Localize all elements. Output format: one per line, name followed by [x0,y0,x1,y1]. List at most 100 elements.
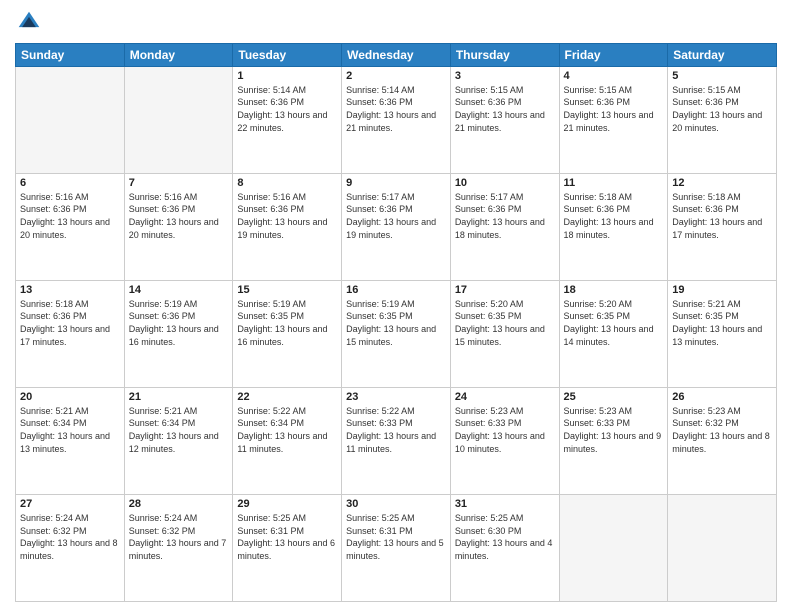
cell-info: Sunrise: 5:14 AMSunset: 6:36 PMDaylight:… [346,84,446,134]
cell-info: Sunrise: 5:18 AMSunset: 6:36 PMDaylight:… [564,191,664,241]
calendar-cell: 8 Sunrise: 5:16 AMSunset: 6:36 PMDayligh… [233,173,342,280]
week-row-1: 1 Sunrise: 5:14 AMSunset: 6:36 PMDayligh… [16,66,777,173]
day-number: 8 [237,177,337,189]
calendar-cell: 13 Sunrise: 5:18 AMSunset: 6:36 PMDaylig… [16,280,125,387]
day-number: 6 [20,177,120,189]
cell-info: Sunrise: 5:19 AMSunset: 6:36 PMDaylight:… [129,298,229,348]
day-number: 15 [237,284,337,296]
calendar-cell [16,66,125,173]
cell-info: Sunrise: 5:16 AMSunset: 6:36 PMDaylight:… [129,191,229,241]
day-number: 27 [20,498,120,510]
calendar-cell: 14 Sunrise: 5:19 AMSunset: 6:36 PMDaylig… [124,280,233,387]
calendar: SundayMondayTuesdayWednesdayThursdayFrid… [15,43,777,602]
weekday-header-monday: Monday [124,43,233,66]
weekday-header-tuesday: Tuesday [233,43,342,66]
page: SundayMondayTuesdayWednesdayThursdayFrid… [0,0,792,612]
weekday-header-saturday: Saturday [668,43,777,66]
calendar-cell [124,66,233,173]
cell-info: Sunrise: 5:15 AMSunset: 6:36 PMDaylight:… [672,84,772,134]
cell-info: Sunrise: 5:21 AMSunset: 6:35 PMDaylight:… [672,298,772,348]
day-number: 25 [564,391,664,403]
day-number: 29 [237,498,337,510]
week-row-2: 6 Sunrise: 5:16 AMSunset: 6:36 PMDayligh… [16,173,777,280]
calendar-cell: 22 Sunrise: 5:22 AMSunset: 6:34 PMDaylig… [233,387,342,494]
cell-info: Sunrise: 5:22 AMSunset: 6:34 PMDaylight:… [237,405,337,455]
day-number: 1 [237,70,337,82]
calendar-cell: 6 Sunrise: 5:16 AMSunset: 6:36 PMDayligh… [16,173,125,280]
cell-info: Sunrise: 5:23 AMSunset: 6:32 PMDaylight:… [672,405,772,455]
day-number: 14 [129,284,229,296]
calendar-cell: 18 Sunrise: 5:20 AMSunset: 6:35 PMDaylig… [559,280,668,387]
day-number: 18 [564,284,664,296]
calendar-cell: 26 Sunrise: 5:23 AMSunset: 6:32 PMDaylig… [668,387,777,494]
cell-info: Sunrise: 5:21 AMSunset: 6:34 PMDaylight:… [20,405,120,455]
logo-icon [17,10,41,34]
day-number: 2 [346,70,446,82]
weekday-header-friday: Friday [559,43,668,66]
cell-info: Sunrise: 5:21 AMSunset: 6:34 PMDaylight:… [129,405,229,455]
cell-info: Sunrise: 5:15 AMSunset: 6:36 PMDaylight:… [564,84,664,134]
day-number: 22 [237,391,337,403]
day-number: 23 [346,391,446,403]
cell-info: Sunrise: 5:18 AMSunset: 6:36 PMDaylight:… [672,191,772,241]
day-number: 17 [455,284,555,296]
calendar-cell: 24 Sunrise: 5:23 AMSunset: 6:33 PMDaylig… [450,387,559,494]
day-number: 5 [672,70,772,82]
day-number: 9 [346,177,446,189]
cell-info: Sunrise: 5:17 AMSunset: 6:36 PMDaylight:… [455,191,555,241]
calendar-cell: 17 Sunrise: 5:20 AMSunset: 6:35 PMDaylig… [450,280,559,387]
calendar-cell: 23 Sunrise: 5:22 AMSunset: 6:33 PMDaylig… [342,387,451,494]
day-number: 16 [346,284,446,296]
weekday-header-thursday: Thursday [450,43,559,66]
cell-info: Sunrise: 5:20 AMSunset: 6:35 PMDaylight:… [455,298,555,348]
calendar-cell: 12 Sunrise: 5:18 AMSunset: 6:36 PMDaylig… [668,173,777,280]
day-number: 4 [564,70,664,82]
calendar-cell: 3 Sunrise: 5:15 AMSunset: 6:36 PMDayligh… [450,66,559,173]
day-number: 10 [455,177,555,189]
day-number: 21 [129,391,229,403]
day-number: 31 [455,498,555,510]
cell-info: Sunrise: 5:17 AMSunset: 6:36 PMDaylight:… [346,191,446,241]
weekday-header-sunday: Sunday [16,43,125,66]
cell-info: Sunrise: 5:18 AMSunset: 6:36 PMDaylight:… [20,298,120,348]
cell-info: Sunrise: 5:25 AMSunset: 6:31 PMDaylight:… [346,512,446,562]
calendar-cell: 29 Sunrise: 5:25 AMSunset: 6:31 PMDaylig… [233,494,342,601]
calendar-cell: 9 Sunrise: 5:17 AMSunset: 6:36 PMDayligh… [342,173,451,280]
calendar-cell: 16 Sunrise: 5:19 AMSunset: 6:35 PMDaylig… [342,280,451,387]
day-number: 11 [564,177,664,189]
cell-info: Sunrise: 5:25 AMSunset: 6:30 PMDaylight:… [455,512,555,562]
logo [15,10,41,35]
day-number: 24 [455,391,555,403]
calendar-cell: 20 Sunrise: 5:21 AMSunset: 6:34 PMDaylig… [16,387,125,494]
calendar-cell: 15 Sunrise: 5:19 AMSunset: 6:35 PMDaylig… [233,280,342,387]
calendar-cell: 25 Sunrise: 5:23 AMSunset: 6:33 PMDaylig… [559,387,668,494]
week-row-5: 27 Sunrise: 5:24 AMSunset: 6:32 PMDaylig… [16,494,777,601]
cell-info: Sunrise: 5:23 AMSunset: 6:33 PMDaylight:… [564,405,664,455]
logo-text [15,10,41,39]
calendar-cell: 21 Sunrise: 5:21 AMSunset: 6:34 PMDaylig… [124,387,233,494]
calendar-cell [668,494,777,601]
calendar-cell [559,494,668,601]
calendar-cell: 31 Sunrise: 5:25 AMSunset: 6:30 PMDaylig… [450,494,559,601]
calendar-cell: 5 Sunrise: 5:15 AMSunset: 6:36 PMDayligh… [668,66,777,173]
calendar-cell: 28 Sunrise: 5:24 AMSunset: 6:32 PMDaylig… [124,494,233,601]
cell-info: Sunrise: 5:20 AMSunset: 6:35 PMDaylight:… [564,298,664,348]
week-row-4: 20 Sunrise: 5:21 AMSunset: 6:34 PMDaylig… [16,387,777,494]
day-number: 26 [672,391,772,403]
calendar-cell: 10 Sunrise: 5:17 AMSunset: 6:36 PMDaylig… [450,173,559,280]
cell-info: Sunrise: 5:19 AMSunset: 6:35 PMDaylight:… [237,298,337,348]
day-number: 12 [672,177,772,189]
day-number: 19 [672,284,772,296]
day-number: 3 [455,70,555,82]
cell-info: Sunrise: 5:16 AMSunset: 6:36 PMDaylight:… [237,191,337,241]
calendar-cell: 27 Sunrise: 5:24 AMSunset: 6:32 PMDaylig… [16,494,125,601]
cell-info: Sunrise: 5:14 AMSunset: 6:36 PMDaylight:… [237,84,337,134]
day-number: 20 [20,391,120,403]
day-number: 30 [346,498,446,510]
day-number: 28 [129,498,229,510]
cell-info: Sunrise: 5:16 AMSunset: 6:36 PMDaylight:… [20,191,120,241]
calendar-cell: 30 Sunrise: 5:25 AMSunset: 6:31 PMDaylig… [342,494,451,601]
week-row-3: 13 Sunrise: 5:18 AMSunset: 6:36 PMDaylig… [16,280,777,387]
calendar-cell: 1 Sunrise: 5:14 AMSunset: 6:36 PMDayligh… [233,66,342,173]
header [15,10,777,35]
